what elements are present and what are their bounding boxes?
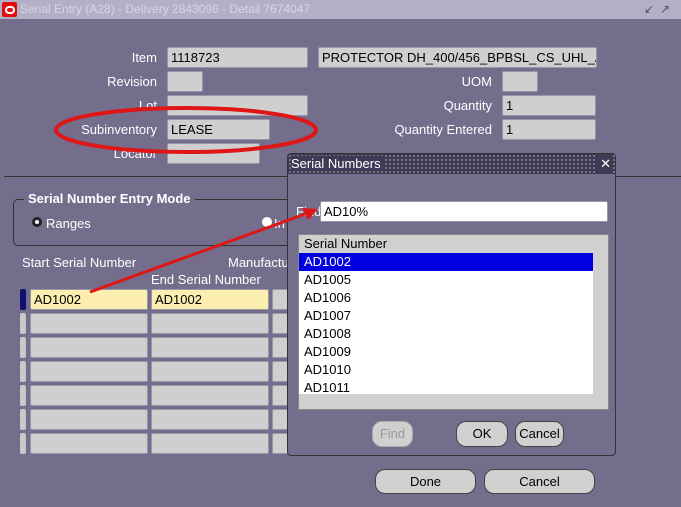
annotation-arrow	[89, 211, 309, 294]
highlight-ellipse	[54, 106, 318, 154]
annotation-overlay	[54, 106, 318, 294]
